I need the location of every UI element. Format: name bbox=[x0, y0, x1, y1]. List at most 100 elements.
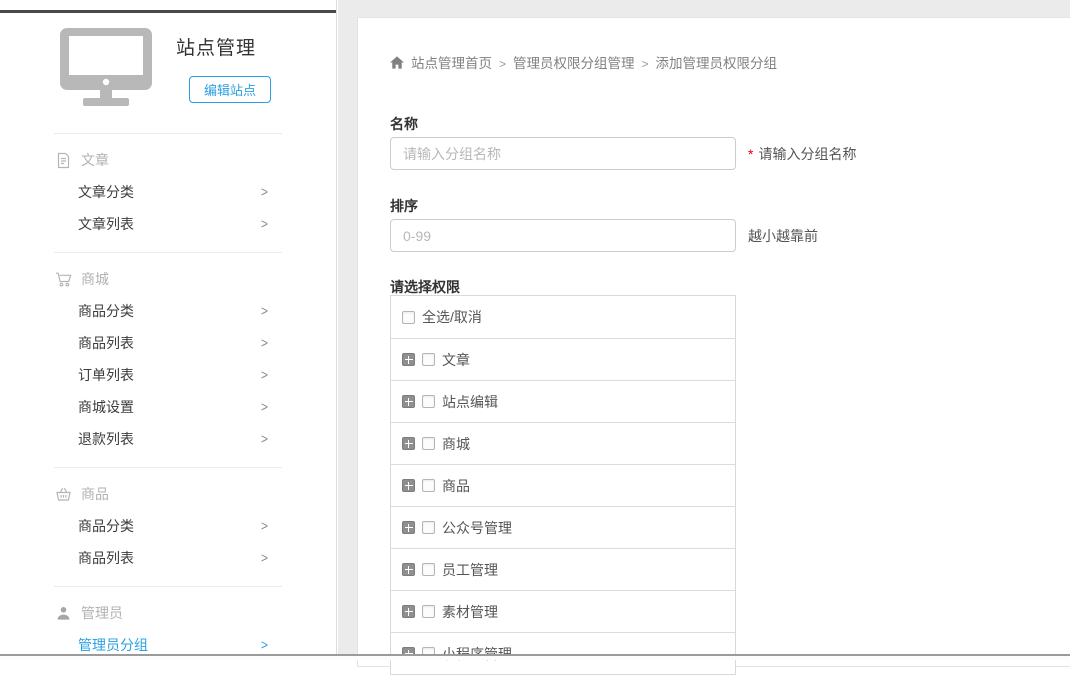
permission-rows: 文章 站点编辑 商城 商品 公众号管理 员工管理 素材管理 小程序管理 bbox=[391, 338, 735, 674]
permission-checkbox[interactable] bbox=[422, 479, 435, 492]
window-bottom-edge bbox=[0, 654, 1070, 660]
sidebar-item[interactable]: 文章分类 > bbox=[0, 176, 336, 208]
breadcrumb-item[interactable]: 站点管理首页 bbox=[411, 56, 492, 71]
required-asterisk: * bbox=[748, 146, 753, 162]
permission-group-row: 商品 bbox=[391, 464, 735, 506]
name-hint: * 请输入分组名称 bbox=[748, 137, 856, 170]
chevron-right-icon: > bbox=[261, 431, 268, 447]
article-icon bbox=[55, 152, 72, 169]
breadcrumb-item[interactable]: 添加管理员权限分组 bbox=[656, 56, 778, 71]
permission-group-label: 公众号管理 bbox=[442, 518, 512, 538]
breadcrumb-separator: > bbox=[499, 57, 506, 71]
sort-input[interactable] bbox=[390, 219, 736, 252]
sidebar-item[interactable]: 商品列表 > bbox=[0, 542, 336, 574]
sidebar-section: 文章 文章分类 > 文章列表 > bbox=[0, 133, 336, 252]
sidebar-section-header: 商城 bbox=[0, 263, 336, 295]
sidebar-section-header: 商品 bbox=[0, 478, 336, 510]
monitor-logo-icon bbox=[60, 28, 152, 106]
mall-cart-icon bbox=[55, 271, 72, 288]
chevron-right-icon: > bbox=[261, 303, 268, 319]
sidebar-item-label: 文章分类 bbox=[78, 182, 134, 202]
permission-group-row: 公众号管理 bbox=[391, 506, 735, 548]
sidebar-section-label: 商城 bbox=[81, 269, 109, 289]
select-all-label: 全选/取消 bbox=[422, 307, 482, 327]
chevron-right-icon: > bbox=[261, 216, 268, 232]
permission-group-row: 小程序管理 bbox=[391, 632, 735, 674]
permission-group-row: 文章 bbox=[391, 338, 735, 380]
sort-hint-text: 越小越靠前 bbox=[748, 226, 818, 246]
goods-basket-icon bbox=[55, 486, 72, 503]
permission-checkbox[interactable] bbox=[422, 563, 435, 576]
site-title: 站点管理 bbox=[176, 33, 256, 60]
breadcrumb: 站点管理首页 > 管理员权限分组管理 > 添加管理员权限分组 bbox=[390, 54, 777, 70]
sidebar-section-label: 管理员 bbox=[81, 603, 123, 623]
sort-hint: 越小越靠前 bbox=[748, 219, 818, 252]
group-name-input[interactable] bbox=[390, 137, 736, 170]
edit-site-button[interactable]: 编辑站点 bbox=[189, 76, 271, 103]
select-all-row: 全选/取消 bbox=[391, 296, 735, 338]
sidebar-item-label: 管理员分组 bbox=[78, 635, 148, 655]
expand-plus-icon[interactable] bbox=[402, 353, 415, 366]
sidebar-section-label: 文章 bbox=[81, 150, 109, 170]
permission-checkbox[interactable] bbox=[422, 437, 435, 450]
permissions-label: 请选择权限 bbox=[390, 277, 460, 297]
permission-group-row: 站点编辑 bbox=[391, 380, 735, 422]
chevron-right-icon: > bbox=[261, 637, 268, 653]
sidebar-item-label: 商品分类 bbox=[78, 301, 134, 321]
sidebar-item[interactable]: 文章列表 > bbox=[0, 208, 336, 240]
sidebar: 站点管理 编辑站点 文章 文章分类 > 文章列表 > 商城 商品分类 > 商品列… bbox=[0, 0, 337, 660]
permissions-table: 全选/取消 文章 站点编辑 商城 商品 公众号管理 员工管理 素材管理 小程序管… bbox=[390, 295, 736, 675]
sidebar-item-label: 商品分类 bbox=[78, 516, 134, 536]
sidebar-section: 商品 商品分类 > 商品列表 > bbox=[0, 467, 336, 586]
content-panel: 站点管理首页>管理员权限分组管理>添加管理员权限分组 名称 * 请输入分组名称 … bbox=[357, 17, 1070, 667]
expand-plus-icon[interactable] bbox=[402, 479, 415, 492]
permission-group-label: 员工管理 bbox=[442, 560, 498, 580]
sidebar-menu: 文章 文章分类 > 文章列表 > 商城 商品分类 > 商品列表 > 订单列表 >… bbox=[0, 133, 336, 673]
sidebar-item[interactable]: 商城设置 > bbox=[0, 391, 336, 423]
sidebar-section-header: 管理员 bbox=[0, 597, 336, 629]
breadcrumb-separator: > bbox=[642, 57, 649, 71]
admin-person-icon bbox=[55, 605, 72, 622]
select-all-checkbox[interactable] bbox=[402, 311, 415, 324]
chevron-right-icon: > bbox=[261, 184, 268, 200]
permission-group-label: 商品 bbox=[442, 476, 470, 496]
sidebar-item-label: 商品列表 bbox=[78, 548, 134, 568]
sidebar-item-label: 文章列表 bbox=[78, 214, 134, 234]
permission-checkbox[interactable] bbox=[422, 353, 435, 366]
expand-plus-icon[interactable] bbox=[402, 437, 415, 450]
home-icon bbox=[390, 56, 404, 69]
expand-plus-icon[interactable] bbox=[402, 563, 415, 576]
sidebar-item[interactable]: 商品分类 > bbox=[0, 295, 336, 327]
chevron-right-icon: > bbox=[261, 550, 268, 566]
permission-group-label: 素材管理 bbox=[442, 602, 498, 622]
name-hint-text: 请输入分组名称 bbox=[758, 144, 856, 164]
sidebar-section-header: 文章 bbox=[0, 144, 336, 176]
sidebar-section-label: 商品 bbox=[81, 484, 109, 504]
sidebar-item-label: 退款列表 bbox=[78, 429, 134, 449]
permission-group-row: 员工管理 bbox=[391, 548, 735, 590]
sort-label: 排序 bbox=[390, 196, 418, 216]
permission-group-label: 文章 bbox=[442, 350, 470, 370]
sidebar-item[interactable]: 订单列表 > bbox=[0, 359, 336, 391]
permission-checkbox[interactable] bbox=[422, 605, 435, 618]
sidebar-item[interactable]: 商品列表 > bbox=[0, 327, 336, 359]
chevron-right-icon: > bbox=[261, 335, 268, 351]
chevron-right-icon: > bbox=[261, 367, 268, 383]
sidebar-item[interactable]: 商品分类 > bbox=[0, 510, 336, 542]
sidebar-section: 商城 商品分类 > 商品列表 > 订单列表 > 商城设置 > 退款列表 > bbox=[0, 252, 336, 467]
sidebar-item-label: 商品列表 bbox=[78, 333, 134, 353]
permission-group-row: 素材管理 bbox=[391, 590, 735, 632]
chevron-right-icon: > bbox=[261, 518, 268, 534]
chevron-right-icon: > bbox=[261, 399, 268, 415]
sidebar-logo-area: 站点管理 编辑站点 bbox=[0, 0, 336, 133]
expand-plus-icon[interactable] bbox=[402, 605, 415, 618]
expand-plus-icon[interactable] bbox=[402, 521, 415, 534]
permission-group-row: 商城 bbox=[391, 422, 735, 464]
sidebar-item-label: 商城设置 bbox=[78, 397, 134, 417]
permission-checkbox[interactable] bbox=[422, 521, 435, 534]
expand-plus-icon[interactable] bbox=[402, 395, 415, 408]
permission-checkbox[interactable] bbox=[422, 395, 435, 408]
permission-group-label: 站点编辑 bbox=[442, 392, 498, 412]
sidebar-item[interactable]: 退款列表 > bbox=[0, 423, 336, 455]
breadcrumb-item[interactable]: 管理员权限分组管理 bbox=[513, 56, 635, 71]
